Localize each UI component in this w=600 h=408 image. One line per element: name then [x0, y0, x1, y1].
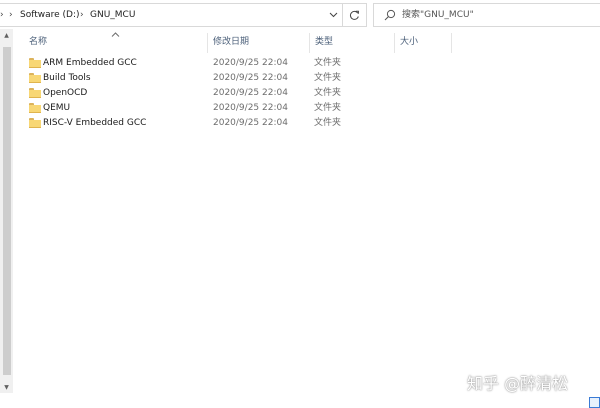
file-date: 2020/9/25 22:04	[213, 58, 288, 68]
file-name: RISC-V Embedded GCC	[43, 118, 147, 128]
folder-icon	[29, 118, 41, 128]
column-header-date[interactable]: 修改日期	[208, 31, 309, 53]
scrollbar-thumb[interactable]	[3, 47, 11, 375]
search-icon	[384, 9, 396, 21]
chevron-left-icon[interactable]: ›	[0, 4, 4, 26]
view-toggle-button[interactable]	[589, 397, 600, 408]
file-type: 文件夹	[314, 73, 342, 83]
folder-icon	[29, 88, 41, 98]
file-name: Build Tools	[43, 73, 91, 83]
watermark: 知乎 @醉清松	[467, 374, 569, 393]
chevron-right-icon[interactable]: ›	[9, 4, 13, 26]
file-date: 2020/9/25 22:04	[213, 118, 288, 128]
vertical-scrollbar[interactable]: ▲ ▼	[0, 29, 13, 393]
file-row-build-tools[interactable]: Build Tools 2020/9/25 22:04 文件夹	[26, 71, 346, 86]
address-bar[interactable]: › › Software (D:) › GNU_MCU	[0, 3, 367, 27]
search-input[interactable]	[402, 4, 592, 26]
folder-icon	[29, 73, 41, 83]
file-name: ARM Embedded GCC	[43, 58, 137, 68]
file-name: OpenOCD	[43, 88, 88, 98]
file-row-risc-v-embedded-gcc[interactable]: RISC-V Embedded GCC 2020/9/25 22:04 文件夹	[26, 116, 346, 131]
file-name: QEMU	[43, 103, 71, 113]
chevron-down-icon[interactable]	[326, 4, 341, 26]
file-date: 2020/9/25 22:04	[213, 88, 288, 98]
folder-icon	[29, 103, 41, 113]
file-date: 2020/9/25 22:04	[213, 103, 288, 113]
file-date: 2020/9/25 22:04	[213, 73, 288, 83]
column-header-size[interactable]: 大小	[395, 31, 451, 53]
file-row-openocd[interactable]: OpenOCD 2020/9/25 22:04 文件夹	[26, 86, 346, 101]
column-header-type[interactable]: 类型	[310, 31, 394, 53]
column-divider[interactable]	[451, 33, 452, 53]
refresh-icon	[350, 10, 359, 20]
file-type: 文件夹	[314, 58, 342, 68]
file-type: 文件夹	[314, 103, 342, 113]
file-type: 文件夹	[314, 88, 342, 98]
folder-icon	[29, 58, 41, 68]
file-row-qemu[interactable]: QEMU 2020/9/25 22:04 文件夹	[26, 101, 346, 116]
scroll-down-arrow-icon[interactable]: ▼	[0, 381, 13, 393]
file-type: 文件夹	[314, 118, 342, 128]
breadcrumb-gnu-mcu[interactable]: GNU_MCU	[90, 4, 135, 26]
scroll-up-arrow-icon[interactable]: ▲	[0, 29, 13, 41]
chevron-right-icon[interactable]: ›	[80, 4, 84, 26]
refresh-button[interactable]	[342, 4, 366, 26]
breadcrumb-software-drive[interactable]: Software (D:)	[20, 4, 80, 26]
file-row-arm-embedded-gcc[interactable]: ARM Embedded GCC 2020/9/25 22:04 文件夹	[26, 56, 346, 71]
search-box[interactable]	[373, 3, 600, 27]
column-header-name[interactable]: 名称	[24, 31, 207, 53]
